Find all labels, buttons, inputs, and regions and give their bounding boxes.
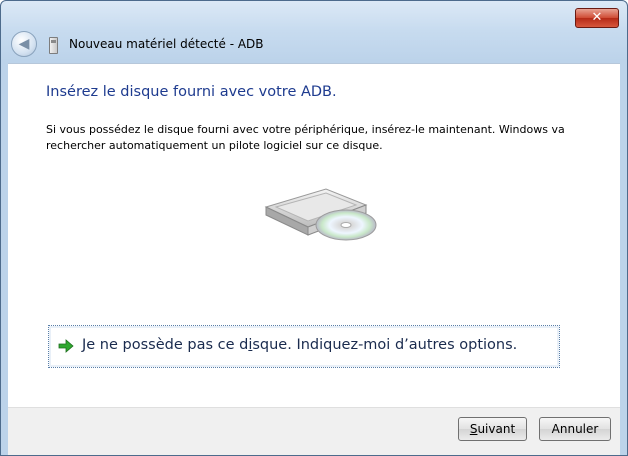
no-disc-label-part: Je ne possède pas ce d [82,337,249,353]
instruction-text: Si vous possédez le disque fourni avec v… [46,123,565,152]
close-icon: ✕ [591,10,603,25]
page-heading: Insérez le disque fourni avec votre ADB. [46,84,337,100]
disc-drive-icon [264,188,377,241]
no-disc-option-label: Je ne possède pas ce disque. Indiquez-mo… [82,337,517,353]
back-button[interactable]: ◀ [11,31,37,57]
window-title: Nouveau matériel détecté - ADB [69,37,264,51]
wizard-window: ✕ ◀ Nouveau matériel détecté - ADB Insér… [0,0,628,456]
no-disc-label-rest: sque. Indiquez-moi d’autres options. [252,337,518,353]
close-button[interactable]: ✕ [575,8,619,28]
green-arrow-icon [58,339,74,353]
usb-device-icon [49,37,58,54]
button-bar: Suivant Annuler [8,407,620,455]
content-area: Insérez le disque fourni avec votre ADB.… [8,63,620,408]
title-bar: ✕ ◀ Nouveau matériel détecté - ADB [1,1,627,63]
cancel-button[interactable]: Annuler [539,417,611,441]
next-button[interactable]: Suivant [458,417,527,441]
no-disc-option[interactable]: Je ne possède pas ce disque. Indiquez-mo… [48,325,560,368]
back-arrow-icon: ◀ [18,36,30,52]
next-label: uivant [477,422,516,436]
